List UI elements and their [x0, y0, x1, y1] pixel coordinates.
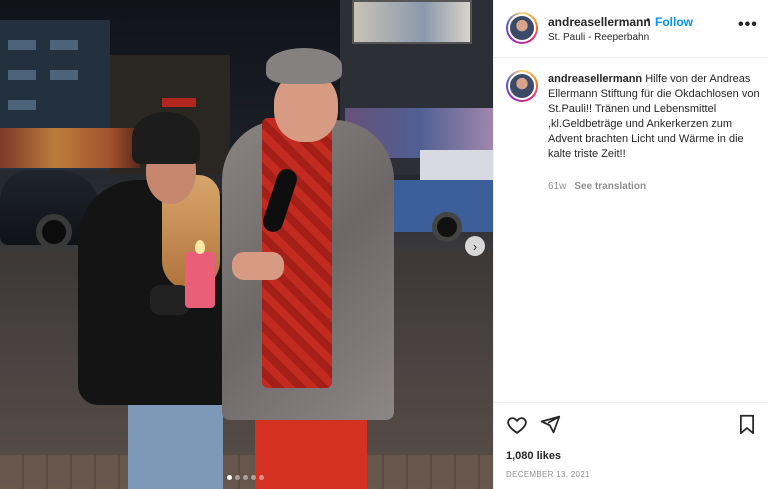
username-link[interactable]: andreasellermann [548, 15, 651, 29]
caption-username[interactable]: andreasellermann [548, 73, 642, 85]
post-photo[interactable]: › [0, 0, 493, 489]
woman-beanie [132, 112, 200, 164]
post-header: andreasellermann • Follow St. Pauli - Re… [494, 0, 768, 58]
carousel-dots [227, 475, 264, 480]
caption: andreasellermann Hilfe von der Andreas E… [548, 72, 760, 162]
red-sign [162, 98, 196, 107]
caption-meta: 61w See translation [548, 181, 646, 192]
avatar[interactable] [506, 12, 538, 44]
billboard [352, 0, 472, 44]
carousel-dot-active [227, 475, 232, 480]
location-link[interactable]: St. Pauli - Reeperbahn [548, 32, 649, 43]
carousel-dot [259, 475, 264, 480]
carousel-dot [235, 475, 240, 480]
man-hand-pointing [232, 252, 284, 280]
chevron-right-icon[interactable]: › [465, 236, 485, 256]
cobblestones [0, 455, 493, 489]
heart-outline-icon[interactable] [506, 414, 528, 441]
lit-shopfront-left [0, 128, 140, 168]
post-age: 61w [548, 181, 567, 192]
action-bar: 1,080 likes DECEMBER 13, 2021 [494, 402, 768, 489]
caption-avatar[interactable] [506, 70, 538, 102]
man-flat-cap [266, 48, 342, 84]
post-date: DECEMBER 13, 2021 [506, 470, 590, 479]
more-horizontal-icon[interactable]: ••• [738, 16, 758, 34]
paper-plane-icon[interactable] [540, 414, 561, 440]
caption-text: Hilfe von der Andreas Ellermann Stiftung… [548, 73, 760, 160]
separator-dot: • [646, 13, 651, 27]
see-translation-link[interactable]: See translation [574, 181, 646, 192]
carousel-dot [243, 475, 248, 480]
woman-jeans [128, 398, 223, 489]
pink-anchor-candle [185, 252, 215, 308]
car-wheel [36, 214, 72, 250]
woman-glove [150, 285, 190, 315]
carousel-dot [251, 475, 256, 480]
post-sidebar: andreasellermann • Follow St. Pauli - Re… [493, 0, 768, 489]
truck-cab [420, 150, 493, 182]
likes-count[interactable]: 1,080 likes [506, 450, 561, 462]
follow-button[interactable]: Follow [655, 15, 693, 29]
candle-flame [195, 240, 205, 254]
bookmark-outline-icon[interactable] [738, 414, 756, 440]
truck-wheel [432, 212, 462, 242]
